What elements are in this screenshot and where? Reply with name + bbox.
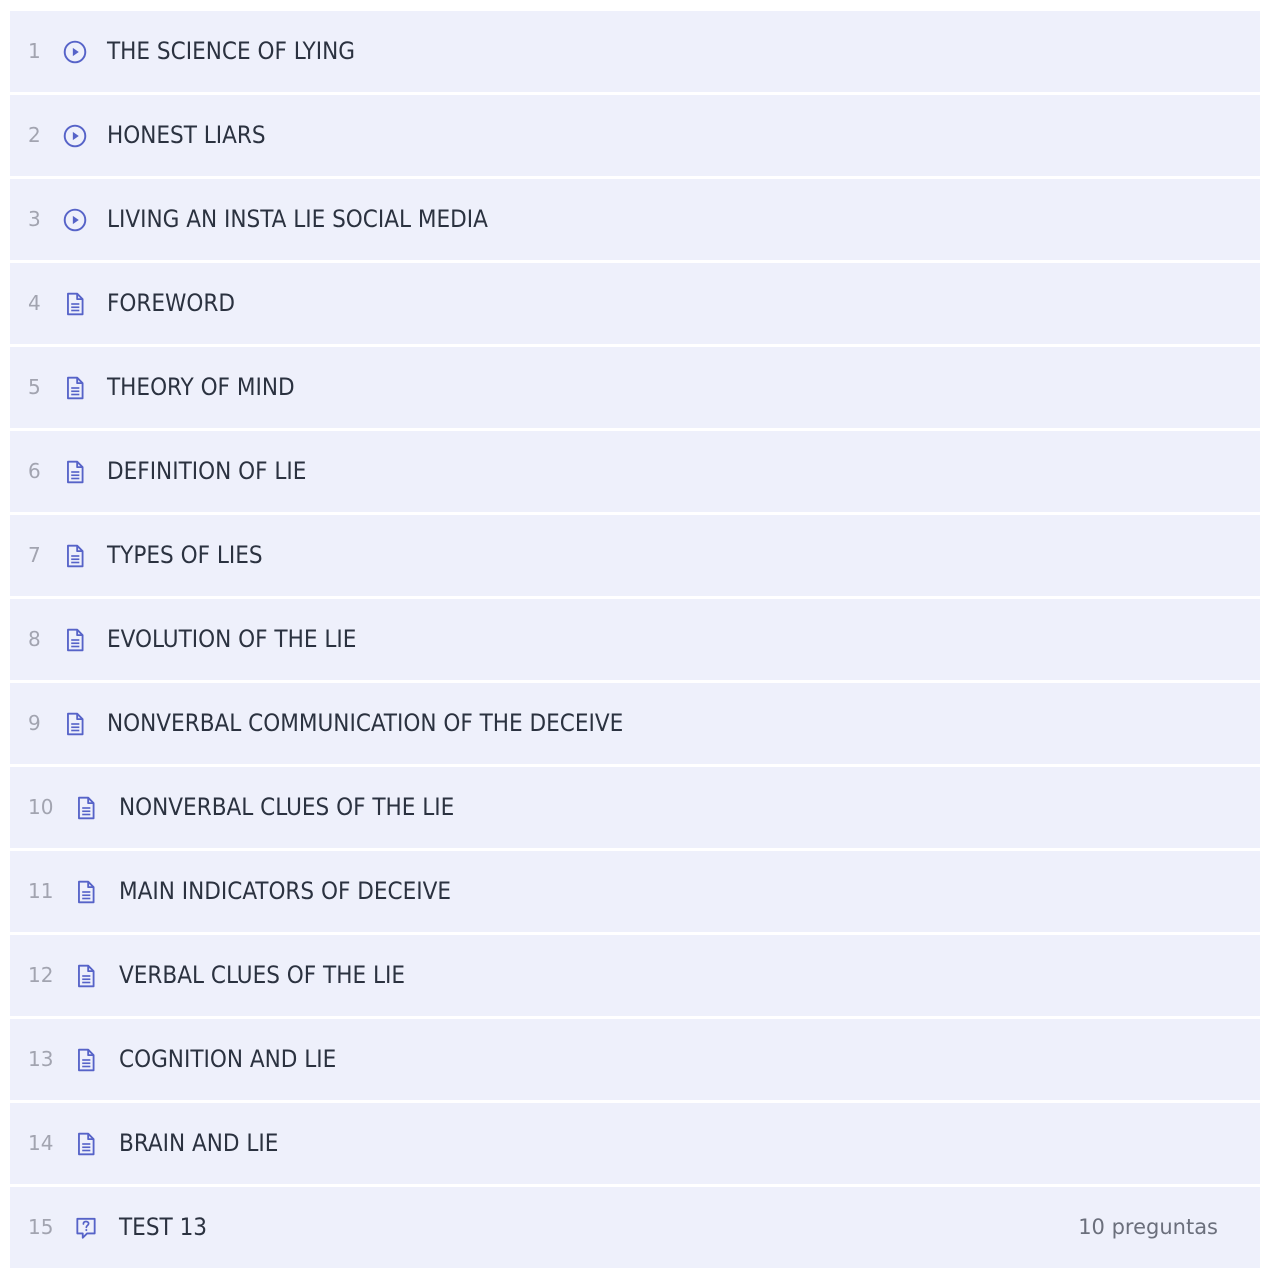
lesson-number: 11 xyxy=(28,879,54,903)
lesson-number: 2 xyxy=(28,123,41,147)
document-icon xyxy=(73,879,99,905)
question-count: 10 preguntas xyxy=(1078,1215,1218,1239)
lesson-number: 7 xyxy=(28,543,41,567)
lesson-number: 10 xyxy=(28,795,54,819)
document-icon xyxy=(62,711,88,737)
lesson-number: 4 xyxy=(28,291,41,315)
play-circle-icon xyxy=(62,39,88,65)
lesson-number: 14 xyxy=(28,1131,54,1155)
lesson-title: EVOLUTION OF THE LIE xyxy=(107,625,357,653)
lesson-number: 15 xyxy=(28,1215,54,1239)
document-icon xyxy=(73,963,99,989)
lesson-title: THE SCIENCE OF LYING xyxy=(107,37,355,65)
play-circle-icon xyxy=(62,207,88,233)
lesson-number: 5 xyxy=(28,375,41,399)
lesson-row[interactable]: 14 BRAIN AND LIE xyxy=(10,1103,1260,1184)
lesson-row[interactable]: 1 THE SCIENCE OF LYING xyxy=(10,11,1260,92)
lesson-row[interactable]: 9 NONVERBAL COMMUNICATION OF THE DECEIVE xyxy=(10,683,1260,764)
lesson-title: HONEST LIARS xyxy=(107,121,266,149)
lesson-title: NONVERBAL COMMUNICATION OF THE DECEIVE xyxy=(107,709,624,737)
document-icon xyxy=(62,459,88,485)
lesson-title: LIVING AN INSTA LIE SOCIAL MEDIA xyxy=(107,205,488,233)
lesson-title: DEFINITION OF LIE xyxy=(107,457,307,485)
lesson-number: 8 xyxy=(28,627,41,651)
document-icon xyxy=(73,795,99,821)
lesson-row[interactable]: 7 TYPES OF LIES xyxy=(10,515,1260,596)
lesson-number: 6 xyxy=(28,459,41,483)
lesson-title: BRAIN AND LIE xyxy=(119,1129,279,1157)
lesson-row[interactable]: 11 MAIN INDICATORS OF DECEIVE xyxy=(10,851,1260,932)
lesson-row[interactable]: 12 VERBAL CLUES OF THE LIE xyxy=(10,935,1260,1016)
lesson-number: 12 xyxy=(28,963,54,987)
lesson-row[interactable]: 10 NONVERBAL CLUES OF THE LIE xyxy=(10,767,1260,848)
lesson-number: 9 xyxy=(28,711,41,735)
lesson-row[interactable]: 3 LIVING AN INSTA LIE SOCIAL MEDIA xyxy=(10,179,1260,260)
lesson-row[interactable]: 15 TEST 13 10 preguntas xyxy=(10,1187,1260,1268)
lesson-title: VERBAL CLUES OF THE LIE xyxy=(119,961,406,989)
play-circle-icon xyxy=(62,123,88,149)
lesson-title: THEORY OF MIND xyxy=(107,373,295,401)
document-icon xyxy=(62,375,88,401)
lesson-number: 3 xyxy=(28,207,41,231)
lesson-row[interactable]: 5 THEORY OF MIND xyxy=(10,347,1260,428)
lesson-title: TEST 13 xyxy=(119,1213,208,1241)
quiz-icon xyxy=(73,1215,99,1241)
lesson-row[interactable]: 2 HONEST LIARS xyxy=(10,95,1260,176)
document-icon xyxy=(62,291,88,317)
document-icon xyxy=(73,1047,99,1073)
lesson-row[interactable]: 4 FOREWORD xyxy=(10,263,1260,344)
lesson-number: 13 xyxy=(28,1047,54,1071)
lesson-title: TYPES OF LIES xyxy=(107,541,263,569)
lesson-row[interactable]: 8 EVOLUTION OF THE LIE xyxy=(10,599,1260,680)
lesson-row[interactable]: 6 DEFINITION OF LIE xyxy=(10,431,1260,512)
lesson-title: NONVERBAL CLUES OF THE LIE xyxy=(119,793,455,821)
lesson-number: 1 xyxy=(28,39,41,63)
lesson-title: MAIN INDICATORS OF DECEIVE xyxy=(119,877,452,905)
lesson-title: COGNITION AND LIE xyxy=(119,1045,337,1073)
document-icon xyxy=(73,1131,99,1157)
lesson-list: 1 THE SCIENCE OF LYING 2 HONEST LIARS 3 … xyxy=(10,11,1260,1271)
lesson-row[interactable]: 13 COGNITION AND LIE xyxy=(10,1019,1260,1100)
document-icon xyxy=(62,627,88,653)
lesson-title: FOREWORD xyxy=(107,289,236,317)
document-icon xyxy=(62,543,88,569)
